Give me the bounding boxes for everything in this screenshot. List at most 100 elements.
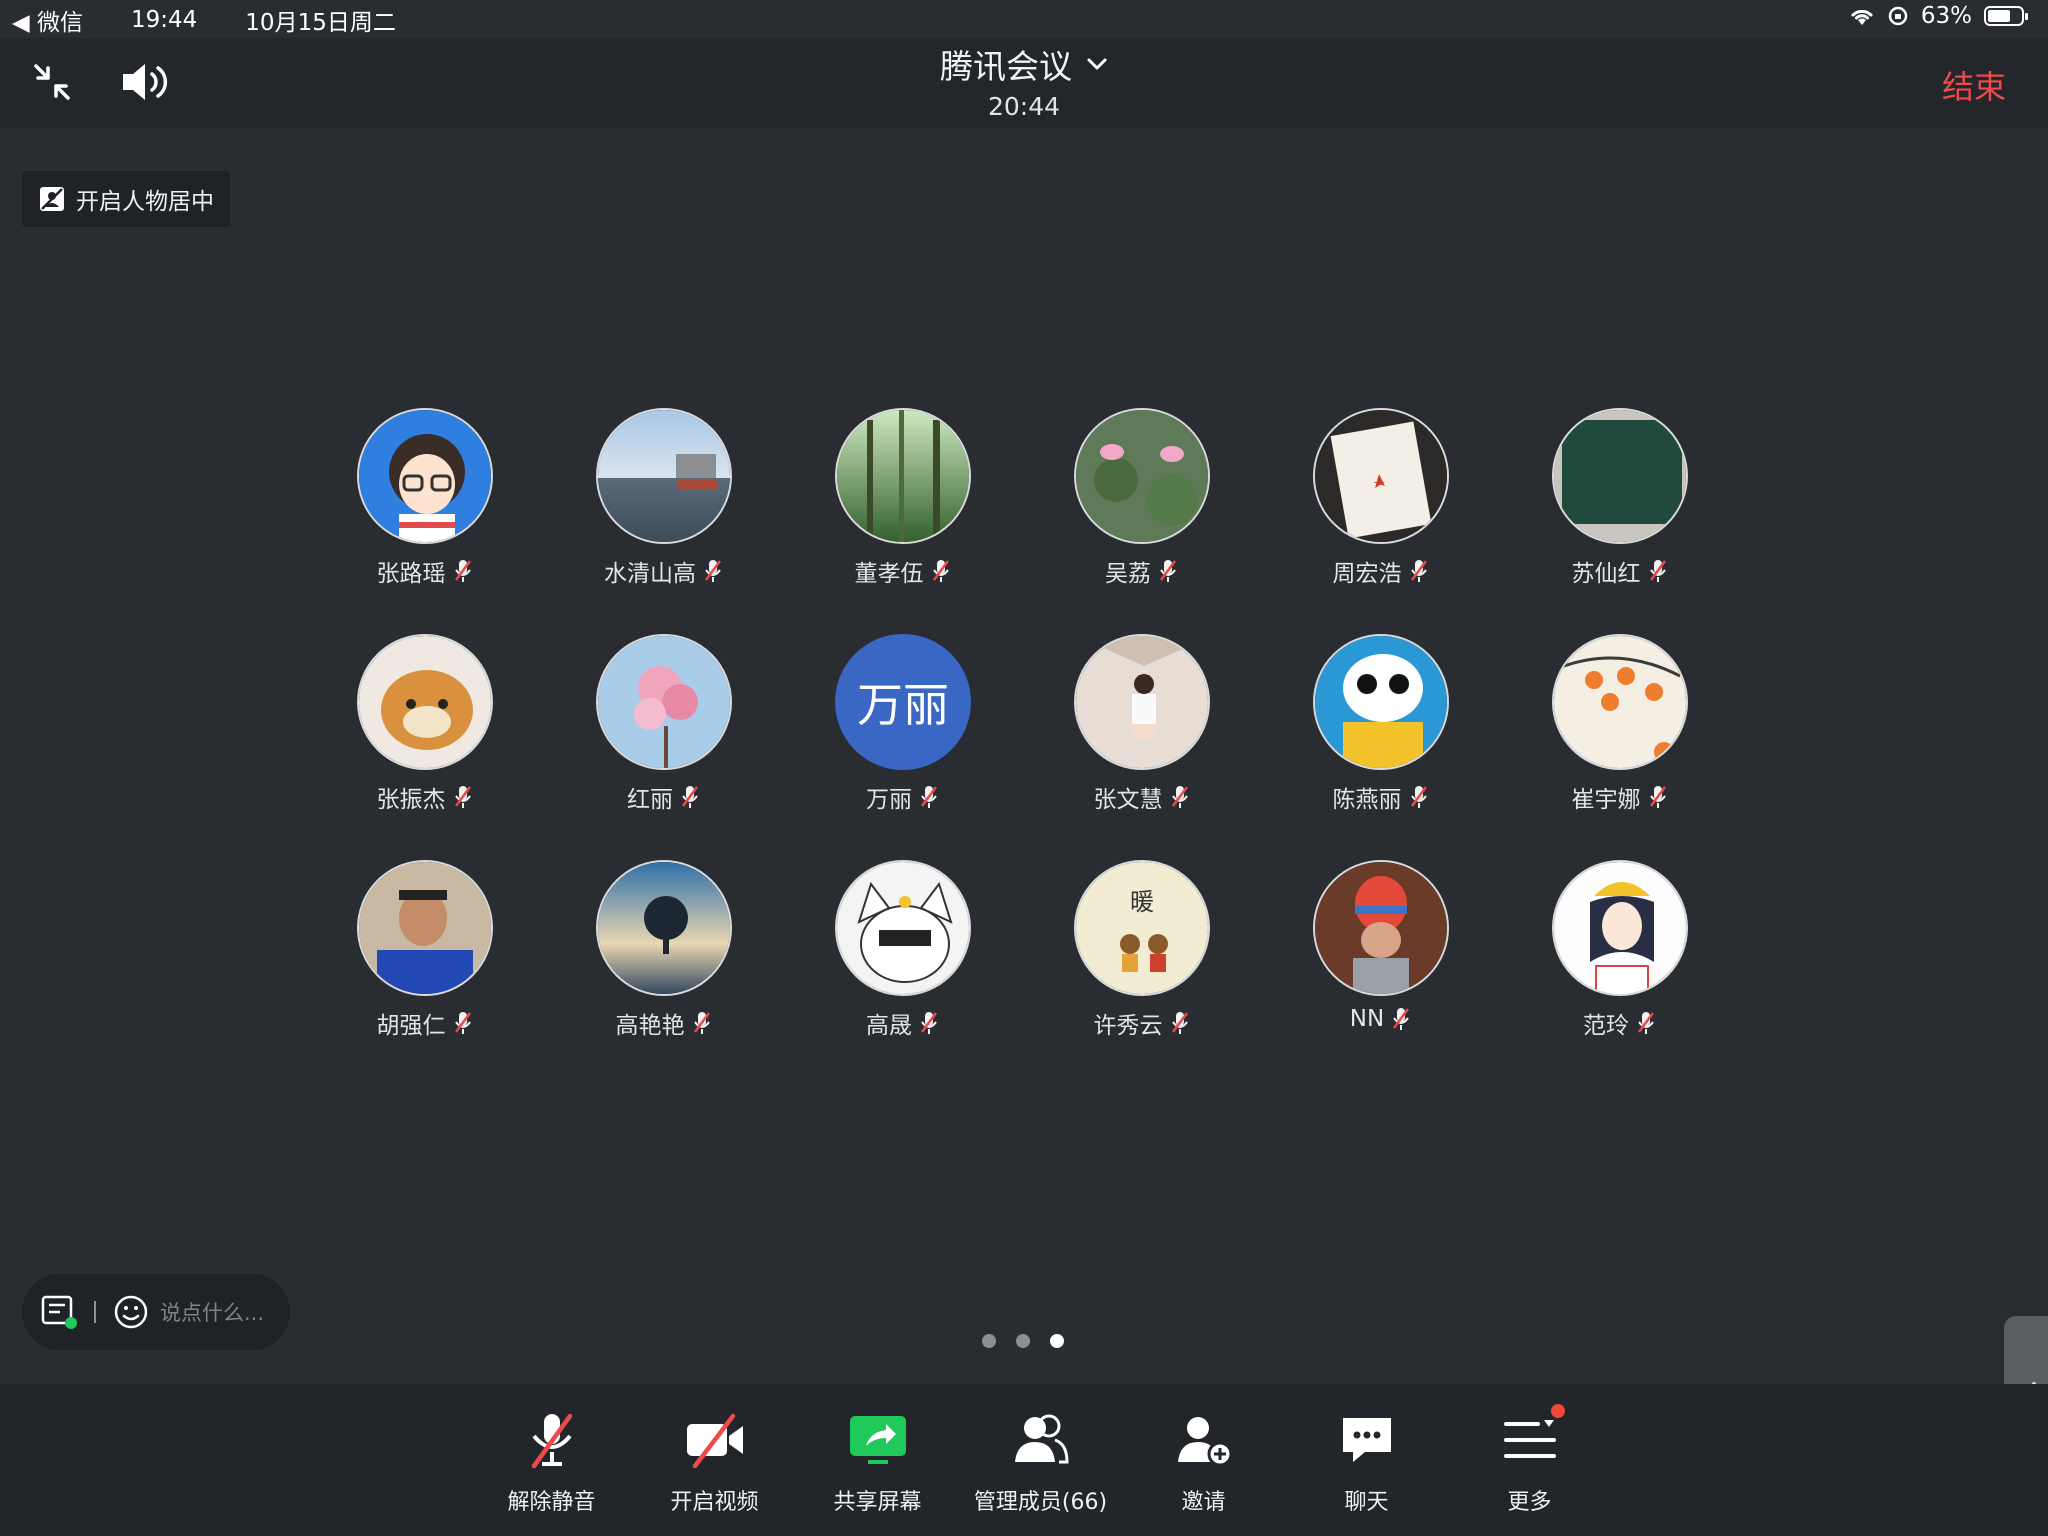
participant-name: 吴荔: [1105, 561, 1151, 587]
video-off-icon: [683, 1408, 747, 1472]
participant-name-row: 万丽: [866, 780, 940, 814]
participant-avatar: [1313, 634, 1449, 770]
participant-tile[interactable]: 苏仙红: [1552, 408, 1688, 588]
participant-tile[interactable]: 红丽: [596, 634, 732, 814]
toolbar-label: 解除静音: [507, 1490, 596, 1515]
participant-tile[interactable]: 陈燕丽: [1313, 634, 1449, 814]
participant-name-row: 周宏浩: [1333, 554, 1430, 588]
participant-name-row: NN: [1350, 1006, 1412, 1032]
toolbar-label: 共享屏幕: [833, 1490, 922, 1515]
avatar-image: [359, 410, 491, 542]
participant-tile[interactable]: 胡强仁: [357, 860, 493, 1040]
participant-tile[interactable]: 高晟: [835, 860, 971, 1040]
notification-badge: [1551, 1404, 1565, 1418]
members-icon: [1009, 1408, 1073, 1472]
toolbar-label: 聊天: [1344, 1490, 1389, 1515]
participant-name: 陈燕丽: [1332, 787, 1402, 813]
page-dot[interactable]: [982, 1334, 996, 1348]
status-date: 10月15日周二: [245, 10, 396, 36]
participant-name-row: 张文慧: [1094, 780, 1191, 814]
mic-muted-icon: [693, 1012, 710, 1034]
avatar-image: [359, 862, 491, 994]
mic-muted-icon: [1637, 1012, 1655, 1034]
participant-tile[interactable]: 万丽 万丽: [835, 634, 971, 814]
participant-tile[interactable]: 范玲: [1552, 860, 1688, 1040]
avatar-image: [598, 410, 730, 542]
participant-tile[interactable]: 吴荔: [1074, 408, 1210, 588]
toolbar-label: 开启视频: [670, 1490, 759, 1515]
person-center-icon: [40, 187, 64, 211]
page-indicator: [982, 1334, 1064, 1348]
participant-name-row: 许秀云: [1094, 1006, 1191, 1040]
avatar-image: [1315, 636, 1447, 768]
avatar-image: [598, 636, 730, 768]
participant-avatar: [1313, 860, 1449, 996]
participant-avatar: [1552, 408, 1688, 544]
participant-tile[interactable]: 张文慧: [1074, 634, 1210, 814]
participant-name-row: 崔宇娜: [1572, 780, 1669, 814]
center-person-button[interactable]: 开启人物居中: [22, 171, 230, 227]
avatar-image: [1076, 410, 1208, 542]
participant-avatar: [1552, 634, 1688, 770]
mic-muted-icon: [932, 560, 949, 582]
avatar-image: [1076, 636, 1208, 768]
avatar-image: [1554, 636, 1686, 768]
end-meeting-button[interactable]: 结束: [1942, 62, 2006, 108]
more-icon: [1498, 1408, 1562, 1472]
page-dot[interactable]: [1016, 1334, 1030, 1348]
chat-placeholder[interactable]: 说点什么...: [160, 1297, 264, 1327]
avatar-caption: 暖: [1130, 888, 1154, 916]
mic-muted-icon: [704, 560, 722, 582]
participant-tile[interactable]: NN: [1313, 860, 1449, 1040]
participant-name: 许秀云: [1093, 1013, 1163, 1039]
toolbar-share-screen-button[interactable]: 共享屏幕: [796, 1408, 959, 1516]
meeting-title: 腾讯会议: [940, 47, 1072, 86]
participant-name-row: 范玲: [1583, 1006, 1657, 1040]
participant-tile[interactable]: 张振杰: [357, 634, 493, 814]
toolbar-video-off-button[interactable]: 开启视频: [633, 1408, 796, 1516]
toolbar-chat-button[interactable]: 聊天: [1285, 1408, 1448, 1516]
participant-name: 张振杰: [376, 787, 446, 813]
participant-tile[interactable]: 张路瑶: [357, 408, 493, 588]
participant-tile[interactable]: 高艳艳: [596, 860, 732, 1040]
battery-percent: 63%: [1920, 3, 1972, 29]
avatar-initials: 万丽: [857, 678, 949, 732]
avatar-image: [837, 862, 969, 994]
avatar-image: [359, 636, 491, 768]
meeting-title-dropdown[interactable]: 腾讯会议: [940, 40, 1108, 88]
wifi-icon: [1851, 9, 1873, 25]
participant-name: 高艳艳: [615, 1013, 685, 1039]
mic-muted-icon: [1649, 786, 1666, 808]
page-dot[interactable]: [1050, 1334, 1064, 1348]
avatar-image: [1315, 410, 1447, 542]
toolbar-invite-button[interactable]: 邀请: [1122, 1408, 1285, 1516]
chevron-down-icon: [1087, 58, 1107, 70]
avatar-image: [1554, 410, 1686, 542]
participant-tile[interactable]: 周宏浩: [1313, 408, 1449, 588]
participant-name: 水清山高: [604, 561, 696, 587]
participant-tile[interactable]: 崔宇娜: [1552, 634, 1688, 814]
mic-muted-icon: [681, 786, 699, 808]
subtitle-icon[interactable]: [40, 1294, 78, 1330]
participant-tile[interactable]: 水清山高: [596, 408, 732, 588]
status-time: 19:44: [131, 7, 198, 33]
back-to-wechat-link[interactable]: ◀ 微信: [12, 3, 83, 37]
participant-tile[interactable]: 暖许秀云: [1074, 860, 1210, 1040]
participant-name: 崔宇娜: [1571, 787, 1641, 813]
toolbar-members-button[interactable]: 管理成员(66): [959, 1408, 1122, 1516]
share-screen-icon: [846, 1408, 910, 1472]
participant-avatar: [1074, 634, 1210, 770]
chat-input-bar[interactable]: 说点什么...: [22, 1274, 290, 1350]
toolbar-label: 邀请: [1181, 1490, 1226, 1515]
participant-avatar: [1313, 408, 1449, 544]
avatar-image: [598, 862, 730, 994]
participant-avatar: [357, 408, 493, 544]
participant-name-row: 高艳艳: [616, 1006, 713, 1040]
toolbar-mic-off-button[interactable]: 解除静音: [470, 1408, 633, 1516]
participant-name: NN: [1349, 1006, 1385, 1032]
toolbar-label: 管理成员(66): [973, 1490, 1108, 1515]
participant-tile[interactable]: 董孝伍: [835, 408, 971, 588]
participant-name: 万丽: [866, 787, 912, 813]
toolbar-more-button[interactable]: 更多: [1448, 1404, 1611, 1516]
emoji-icon[interactable]: [112, 1293, 150, 1331]
